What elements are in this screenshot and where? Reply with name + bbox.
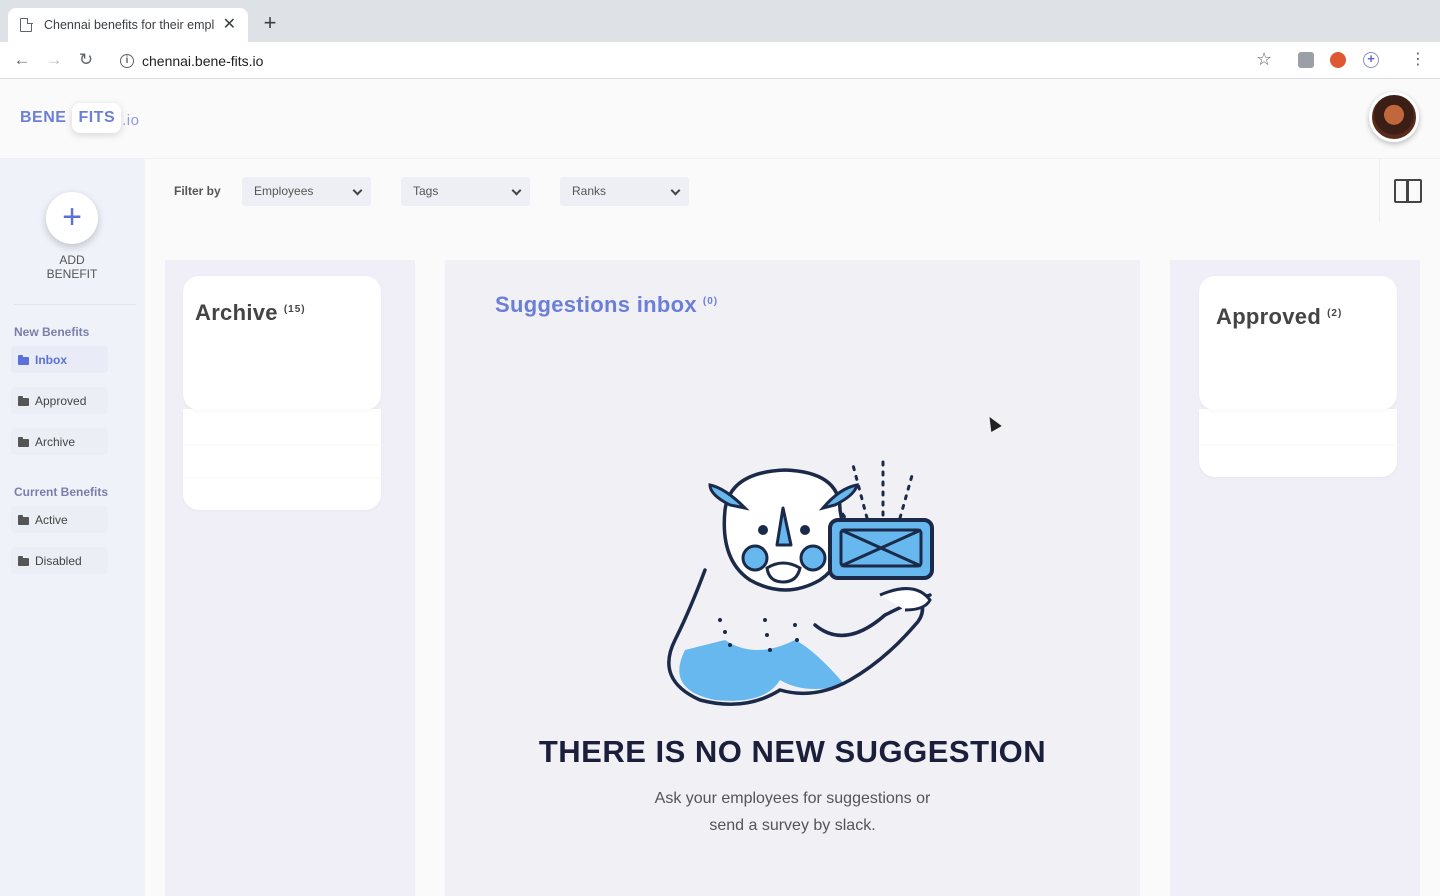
tab-title: Chennai benefits for their empl... bbox=[44, 18, 215, 32]
plus-extension-icon[interactable]: + bbox=[1363, 52, 1379, 68]
add-label-line1: ADD bbox=[59, 253, 85, 267]
app-header: BENE FITS .io bbox=[0, 79, 1440, 159]
empty-state-line2: send a survey by slack. bbox=[709, 817, 876, 834]
filter-label: Filter by bbox=[174, 184, 221, 198]
empty-state-text: Ask your employees for suggestions or se… bbox=[595, 785, 990, 839]
sidebar-item-approved[interactable]: Approved bbox=[11, 387, 108, 414]
logo-io: .io bbox=[122, 111, 140, 129]
archive-card[interactable]: Archive (15) bbox=[183, 276, 381, 410]
archive-title: Archive (15) bbox=[195, 300, 306, 326]
card-stack-layer bbox=[1199, 409, 1397, 444]
add-benefit-label[interactable]: ADD BENEFIT bbox=[22, 253, 122, 281]
archive-count: (15) bbox=[283, 303, 306, 315]
tags-select[interactable]: Tags bbox=[401, 177, 530, 206]
approved-title-text: Approved bbox=[1216, 304, 1322, 329]
employees-select-value: Employees bbox=[254, 184, 314, 198]
reload-icon[interactable]: ↻ bbox=[75, 50, 97, 70]
card-stack-layer bbox=[183, 475, 381, 510]
close-icon[interactable]: ✕ bbox=[223, 17, 236, 33]
sidebar-item-label: Active bbox=[35, 512, 68, 527]
sidebar-item-active[interactable]: Active bbox=[11, 506, 108, 533]
duckduckgo-icon[interactable] bbox=[1330, 52, 1346, 68]
doc-icon bbox=[20, 17, 33, 32]
card-stack-layer bbox=[183, 442, 381, 477]
tags-select-value: Tags bbox=[413, 184, 439, 198]
sidebar-item-inbox[interactable]: Inbox bbox=[11, 346, 108, 373]
logo-fits: FITS bbox=[72, 103, 122, 133]
empty-state-line1: Ask your employees for suggestions or bbox=[654, 790, 931, 807]
inbox-title: Suggestions inbox (0) bbox=[495, 292, 718, 318]
logo[interactable]: BENE FITS .io bbox=[20, 103, 139, 133]
url-text: chennai.bene-fits.io bbox=[142, 52, 264, 69]
ranks-select[interactable]: Ranks bbox=[560, 177, 689, 206]
sidebar-item-label: Disabled bbox=[35, 553, 82, 568]
menu-icon[interactable]: ⋮ bbox=[1410, 50, 1426, 70]
inbox-column: Suggestions inbox (0) THERE IS NO NEW SU… bbox=[445, 260, 1140, 896]
sidebar-item-disabled[interactable]: Disabled bbox=[11, 547, 108, 574]
approved-card[interactable]: Approved (2) bbox=[1199, 276, 1397, 410]
ranks-select-value: Ranks bbox=[572, 184, 607, 198]
chevron-down-icon bbox=[670, 185, 681, 196]
browser-tab[interactable]: Chennai benefits for their empl... ✕ bbox=[8, 8, 248, 42]
info-icon[interactable]: i bbox=[120, 53, 134, 68]
sidebar-item-label: Archive bbox=[35, 434, 76, 449]
inbox-title-text: Suggestions inbox bbox=[495, 292, 697, 317]
folder-icon bbox=[18, 555, 29, 566]
folder-icon bbox=[18, 514, 29, 525]
new-tab-button[interactable]: + bbox=[258, 12, 282, 36]
sidebar-item-label: Inbox bbox=[35, 352, 67, 367]
card-stack-layer bbox=[183, 409, 381, 444]
sidebar-item-label: Approved bbox=[35, 393, 87, 408]
approved-column: Approved (2) bbox=[1170, 260, 1420, 896]
section-new-benefits: New Benefits bbox=[14, 325, 90, 339]
plus-icon: + bbox=[62, 198, 82, 236]
chevron-down-icon bbox=[352, 185, 363, 196]
employees-select[interactable]: Employees bbox=[242, 177, 371, 206]
forward-icon[interactable]: → bbox=[43, 50, 65, 70]
logo-bene: BENE bbox=[20, 109, 67, 126]
extension-icon[interactable] bbox=[1298, 52, 1314, 68]
approved-count: (2) bbox=[1327, 307, 1343, 319]
back-icon[interactable]: ← bbox=[11, 50, 33, 70]
card-stack-layer bbox=[1199, 442, 1397, 477]
inbox-count: (0) bbox=[702, 295, 719, 307]
archive-column: Archive (15) bbox=[165, 260, 415, 896]
avatar[interactable] bbox=[1369, 92, 1419, 142]
browser-toolbar: ← → ↻ i chennai.bene-fits.io ☆ + ⋮ bbox=[0, 42, 1440, 79]
sidebar-item-archive[interactable]: Archive bbox=[11, 428, 108, 455]
archive-title-text: Archive bbox=[195, 300, 278, 325]
browser-tab-bar: Chennai benefits for their empl... ✕ + bbox=[0, 0, 1440, 42]
divider bbox=[14, 304, 136, 305]
approved-title: Approved (2) bbox=[1216, 304, 1342, 330]
split-view-button[interactable] bbox=[1379, 159, 1440, 222]
add-label-line2: BENEFIT bbox=[46, 267, 98, 281]
folder-icon bbox=[18, 436, 29, 447]
add-benefit-button[interactable]: + bbox=[46, 192, 98, 244]
empty-state-title: THERE IS NO NEW SUGGESTION bbox=[538, 734, 1047, 769]
folder-icon bbox=[18, 354, 29, 365]
sidebar: + ADD BENEFIT New Benefits Inbox Approve… bbox=[0, 159, 145, 896]
chevron-down-icon bbox=[511, 185, 522, 196]
star-icon[interactable]: ☆ bbox=[1256, 49, 1272, 70]
folder-icon bbox=[18, 395, 29, 406]
split-view-icon bbox=[1394, 179, 1422, 203]
address-bar[interactable]: i chennai.bene-fits.io bbox=[108, 46, 1288, 75]
section-current-benefits: Current Benefits bbox=[14, 485, 109, 499]
main-content: Filter by Employees Tags Ranks Archive (1… bbox=[145, 159, 1440, 896]
monster-mail-illustration bbox=[667, 460, 934, 706]
